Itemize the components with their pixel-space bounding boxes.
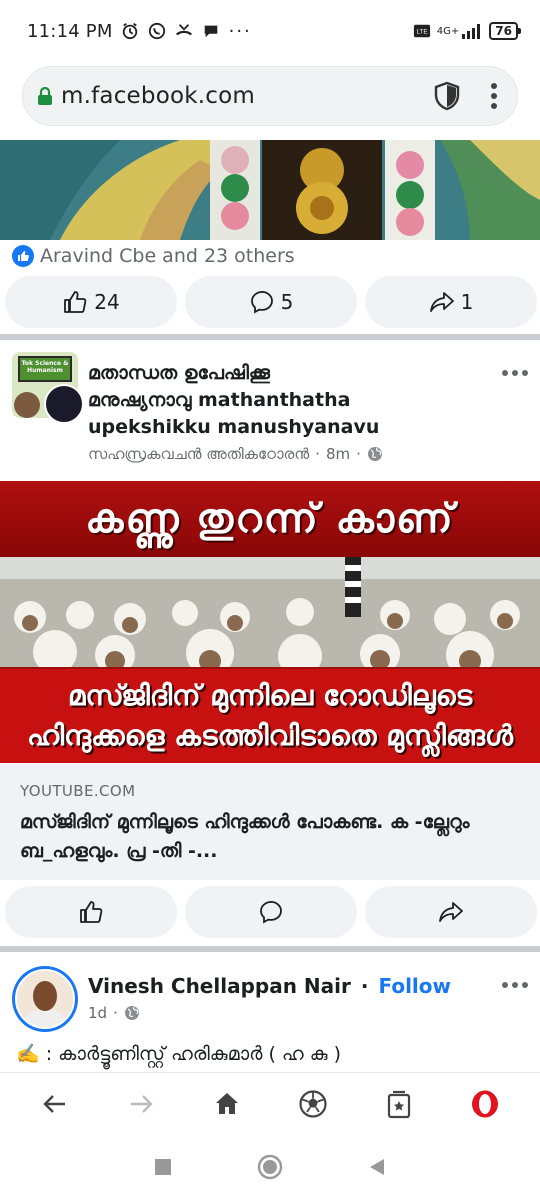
home-button[interactable] [205, 1082, 249, 1126]
tabs-icon [387, 1090, 411, 1118]
battery-indicator: 76 [489, 22, 521, 40]
post2-author[interactable]: സഹസ്രകവചൻ അതികഠോരൻ [88, 445, 309, 463]
address-bar[interactable]: m.facebook.com [22, 66, 518, 126]
triangle-back-icon [369, 1159, 384, 1175]
reaction-names: Aravind Cbe and 23 others [40, 245, 295, 267]
thumbnail-caption-line1: മസ്ജിദിന് മുന്നിലെ റോഡിലൂടെ [67, 679, 473, 712]
feed-divider [0, 946, 540, 952]
status-time: 11:14 PM [27, 20, 113, 42]
opera-menu-button[interactable] [463, 1082, 507, 1126]
feed-divider [0, 334, 540, 340]
thumbnail-headline: കണ്ണു തുറന്ന് കാണ് [0, 481, 540, 557]
group-name-link[interactable]: മതാന്ധത ഉപേഷിക്കൂ മനുഷ്യനാവു mathanthath… [88, 360, 468, 441]
post3-author[interactable]: Vinesh Chellappan Nair [88, 974, 351, 998]
browser-menu-icon[interactable] [491, 83, 497, 109]
alarm-icon [122, 23, 137, 40]
arrow-right-icon [131, 1094, 153, 1113]
follow-button[interactable]: Follow [378, 974, 451, 998]
group-avatar-label: Tok Science & Humanism [18, 356, 72, 382]
forward-button[interactable] [119, 1082, 163, 1126]
more-notifications-icon: ··· [228, 20, 252, 42]
meta-separator: · [356, 445, 361, 463]
home-icon [216, 1092, 238, 1114]
post3-more-options-icon[interactable] [502, 982, 528, 988]
comment-count: 5 [280, 290, 294, 314]
like-button[interactable]: 24 [5, 276, 177, 328]
lock-icon [38, 87, 52, 105]
svg-text:LTE: LTE [416, 29, 427, 36]
status-bar: 11:14 PM ··· LTE 4G+ 76 [0, 0, 540, 62]
comment-icon [250, 290, 273, 314]
post3-text: ✍️ : കാർട്ടൂണിസ്റ്റ് ഹരികുമാർ ( ഹ കു ) [16, 1043, 342, 1065]
meta-separator: · [113, 1004, 118, 1022]
thumbnail-crowd-image [0, 557, 540, 679]
post1-action-bar: 24 5 1 [5, 276, 537, 328]
post3-meta: 1d · [88, 1004, 140, 1022]
chat-icon [204, 25, 217, 38]
browser-bottom-bar [0, 1072, 540, 1134]
volte-icon: LTE [413, 24, 430, 38]
post-image[interactable] [0, 140, 540, 240]
post2-meta: സഹസ്രകവചൻ അതികഠോരൻ · 8m · [88, 445, 383, 463]
system-back-button[interactable] [357, 1147, 397, 1187]
share-count: 1 [460, 290, 474, 314]
post3-name-row: Vinesh Chellappan Nair · Follow [88, 974, 451, 998]
share-icon [439, 902, 463, 922]
group-name-line1: മതാന്ധത ഉപേഷിക്കൂ [88, 362, 270, 384]
video-thumbnail[interactable]: കണ്ണു തുറന്ന് കാണ് മസ്ജിദിന് മുന്നിലെ റോ… [0, 481, 540, 763]
comment-button[interactable] [185, 886, 357, 938]
post3-time[interactable]: 1d [88, 1004, 107, 1022]
tabs-button[interactable] [377, 1082, 421, 1126]
thumbs-up-icon [80, 901, 103, 923]
post3-author-avatar[interactable] [12, 966, 78, 1032]
share-icon [429, 292, 454, 312]
group-name-line3: upekshikku manushyanavu [88, 416, 380, 438]
sports-button[interactable] [291, 1082, 335, 1126]
thumbnail-caption-line2: ഹിന്ദുക്കളെ കടത്തിവിടാതെ മുസ്ലിങ്ങൾ [26, 719, 514, 752]
group-name-line2: മനുഷ്യനാവു mathanthatha [88, 389, 351, 411]
shield-icon[interactable] [433, 81, 461, 111]
globe-icon [367, 447, 382, 461]
system-navigation-bar [0, 1134, 540, 1200]
like-count: 24 [94, 290, 120, 314]
post2-header: Tok Science & Humanism മതാന്ധത ഉപേഷിക്കൂ… [0, 344, 540, 474]
arrow-left-icon [43, 1094, 65, 1113]
missed-call-icon [175, 24, 192, 36]
reaction-summary[interactable]: Aravind Cbe and 23 others [12, 242, 295, 270]
opera-logo-icon [472, 1090, 498, 1117]
system-home-button[interactable] [250, 1147, 290, 1187]
soccer-ball-icon [299, 1089, 327, 1118]
share-button[interactable] [365, 886, 537, 938]
share-button[interactable]: 1 [365, 276, 537, 328]
square-icon [155, 1159, 172, 1175]
comment-button[interactable]: 5 [185, 276, 357, 328]
globe-icon [124, 1006, 139, 1020]
link-title: മസ്ജിദിന് മുന്നിലൂടെ ഹിന്ദുക്കൾ പോകണ്ട. … [20, 811, 470, 862]
whatsapp-icon [148, 22, 165, 40]
url-text[interactable]: m.facebook.com [61, 83, 433, 109]
like-button[interactable] [5, 886, 177, 938]
back-button[interactable] [33, 1082, 77, 1126]
like-reaction-icon [12, 245, 34, 267]
recents-button[interactable] [143, 1147, 183, 1187]
author-avatar[interactable] [44, 384, 84, 424]
post2-more-options-icon[interactable] [502, 370, 528, 376]
signal-icon [462, 24, 481, 39]
meta-separator: · [315, 445, 320, 463]
post2-action-bar [5, 886, 537, 938]
post2-time[interactable]: 8m [326, 445, 350, 463]
link-preview[interactable]: YOUTUBE.COM മസ്ജിദിന് മുന്നിലൂടെ ഹിന്ദുക… [0, 764, 540, 880]
circle-icon [257, 1154, 283, 1180]
thumbnail-banner: മസ്ജിദിന് മുന്നിലെ റോഡിലൂടെ ഹിന്ദുക്കളെ … [0, 669, 540, 763]
post3-header: Vinesh Chellappan Nair · Follow 1d · ✍️ … [0, 962, 540, 1072]
comment-icon [260, 900, 282, 924]
link-domain: YOUTUBE.COM [20, 782, 136, 800]
network-type: 4G+ [436, 25, 460, 37]
name-separator: · [360, 974, 369, 998]
thumbs-up-icon [64, 291, 87, 313]
